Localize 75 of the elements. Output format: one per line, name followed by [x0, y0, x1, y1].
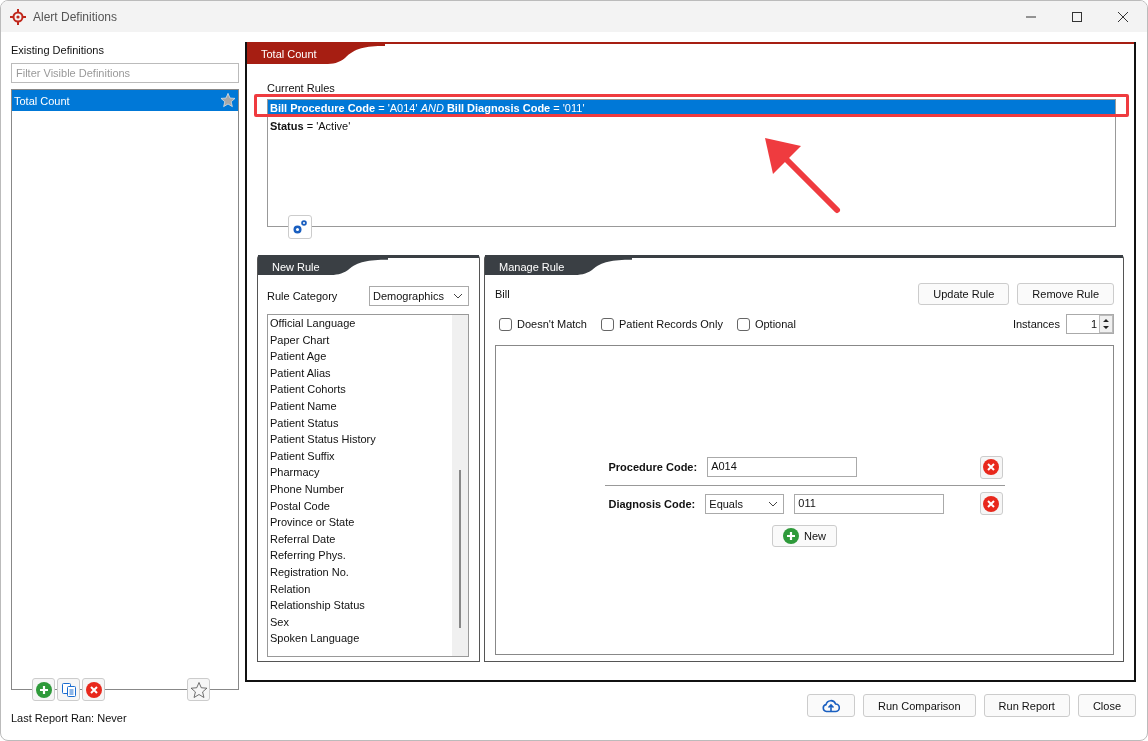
category-item[interactable]: Patient Suffix: [270, 447, 452, 465]
instances-spinner[interactable]: 1: [1066, 314, 1114, 334]
filter-field[interactable]: Filter Visible Definitions: [11, 63, 239, 83]
category-item[interactable]: Province or State: [270, 514, 452, 531]
checkbox-label: Patient Records Only: [618, 318, 723, 330]
condition-label: Diagnosis Code:: [608, 497, 696, 510]
rule-name: Bill: [495, 288, 510, 300]
value-field[interactable]: A014: [707, 457, 858, 477]
plus-icon: [35, 681, 52, 698]
gears-icon: [291, 218, 309, 236]
field-label: Rule Category: [267, 290, 338, 302]
star-icon: [189, 680, 208, 699]
section-label: Existing Definitions: [11, 44, 105, 56]
window-title: Alert Definitions: [33, 9, 118, 24]
copy-button[interactable]: [57, 678, 80, 701]
remove-icon: [85, 681, 102, 698]
checkbox[interactable]: [600, 317, 614, 331]
add-button[interactable]: [32, 678, 55, 701]
footer-button[interactable]: Run Comparison: [863, 694, 976, 717]
scroll-thumb[interactable]: [459, 470, 461, 628]
checkbox[interactable]: [736, 317, 750, 331]
delete-button[interactable]: [82, 678, 105, 701]
remove-condition-button[interactable]: [979, 455, 1003, 479]
checkbox-label: Optional: [754, 318, 796, 330]
category-item[interactable]: Pharmacy: [270, 464, 452, 481]
value-field[interactable]: 011: [794, 493, 945, 514]
rule-action-button[interactable]: Remove Rule: [1017, 283, 1114, 305]
new-condition-button[interactable]: New: [772, 525, 837, 547]
remove-condition-button[interactable]: [979, 492, 1003, 515]
category-item[interactable]: Patient Cohorts: [270, 381, 452, 398]
close-icon[interactable]: [1117, 10, 1129, 23]
category-item[interactable]: Registration No.: [270, 563, 452, 581]
category-item[interactable]: Postal Code: [270, 497, 452, 515]
category-item[interactable]: Relationship Status: [270, 597, 452, 614]
favorite-button[interactable]: [187, 678, 210, 701]
category-item[interactable]: Referring Phys.: [270, 547, 452, 564]
category-item[interactable]: Patient Name: [270, 397, 452, 415]
target-icon: [10, 8, 26, 25]
plus-icon: [783, 528, 799, 544]
category-item[interactable]: Sex: [270, 613, 452, 631]
condition-label: Procedure Code:: [608, 461, 698, 473]
category-item[interactable]: Patient Age: [270, 348, 452, 365]
cloud-upload-icon: [822, 698, 841, 713]
category-item[interactable]: Spoken Language: [270, 630, 452, 647]
checkbox[interactable]: [499, 317, 512, 331]
checkbox-label: Doesn't Match: [517, 318, 587, 330]
category-item[interactable]: Paper Chart: [270, 331, 452, 349]
scrollbar[interactable]: [452, 315, 468, 656]
upload-button[interactable]: [807, 694, 856, 717]
remove-icon: [983, 459, 999, 475]
remove-icon: [983, 495, 999, 512]
footer-button[interactable]: Run Report: [983, 694, 1070, 717]
rule-item[interactable]: Status = 'Active': [268, 118, 1115, 134]
category-item[interactable]: Relation: [270, 580, 452, 598]
operator-dropdown[interactable]: Equals: [705, 493, 785, 514]
category-item[interactable]: Phone Number: [270, 480, 452, 498]
spinner-arrows-icon[interactable]: [1099, 315, 1113, 333]
last-report-text: Last Report Ran: Never: [11, 712, 128, 724]
field-label: Instances: [1012, 318, 1060, 330]
settings-button[interactable]: [288, 215, 312, 239]
rule-action-button[interactable]: Update Rule: [918, 283, 1010, 305]
copy-icon: [60, 681, 77, 698]
category-dropdown[interactable]: Demographics: [369, 286, 469, 306]
category-item[interactable]: Referral Date: [270, 530, 452, 548]
chevron-icon: [453, 293, 463, 299]
category-item[interactable]: Official Language: [270, 315, 452, 332]
star-icon[interactable]: [220, 92, 236, 108]
category-item[interactable]: Patient Status History: [270, 431, 452, 448]
footer-button[interactable]: Close: [1077, 694, 1136, 717]
category-item[interactable]: Patient Alias: [270, 364, 452, 382]
section-label: Current Rules: [267, 82, 336, 94]
maximize-icon[interactable]: [1071, 10, 1083, 23]
definition-item[interactable]: Total Count: [12, 90, 238, 111]
chevron-icon: [768, 500, 779, 507]
category-item[interactable]: Patient Status: [270, 414, 452, 432]
